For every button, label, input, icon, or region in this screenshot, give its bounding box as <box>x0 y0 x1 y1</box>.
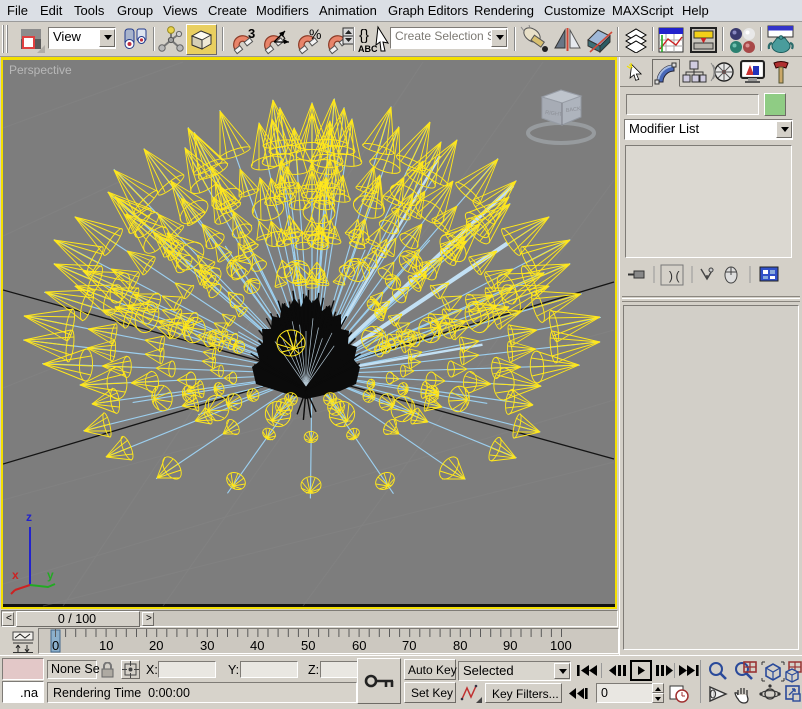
svg-text:30: 30 <box>200 638 214 653</box>
svg-text:z: z <box>26 510 32 524</box>
svg-text:100: 100 <box>550 638 572 653</box>
svg-text:80: 80 <box>453 638 467 653</box>
svg-text:50: 50 <box>301 638 315 653</box>
svg-text:)(: )( <box>667 270 681 284</box>
svg-text:0: 0 <box>52 638 59 653</box>
svg-text:60: 60 <box>352 638 366 653</box>
svg-text:20: 20 <box>149 638 163 653</box>
svg-text:ABC: ABC <box>358 44 378 54</box>
svg-text:x: x <box>12 568 19 582</box>
svg-text:10: 10 <box>99 638 113 653</box>
svg-text:3: 3 <box>248 26 255 41</box>
svg-text:y: y <box>47 568 54 582</box>
svg-text:%: % <box>309 26 321 42</box>
svg-text:90: 90 <box>503 638 517 653</box>
svg-text:40: 40 <box>250 638 264 653</box>
svg-text:{}: {} <box>359 27 369 44</box>
svg-text:70: 70 <box>402 638 416 653</box>
